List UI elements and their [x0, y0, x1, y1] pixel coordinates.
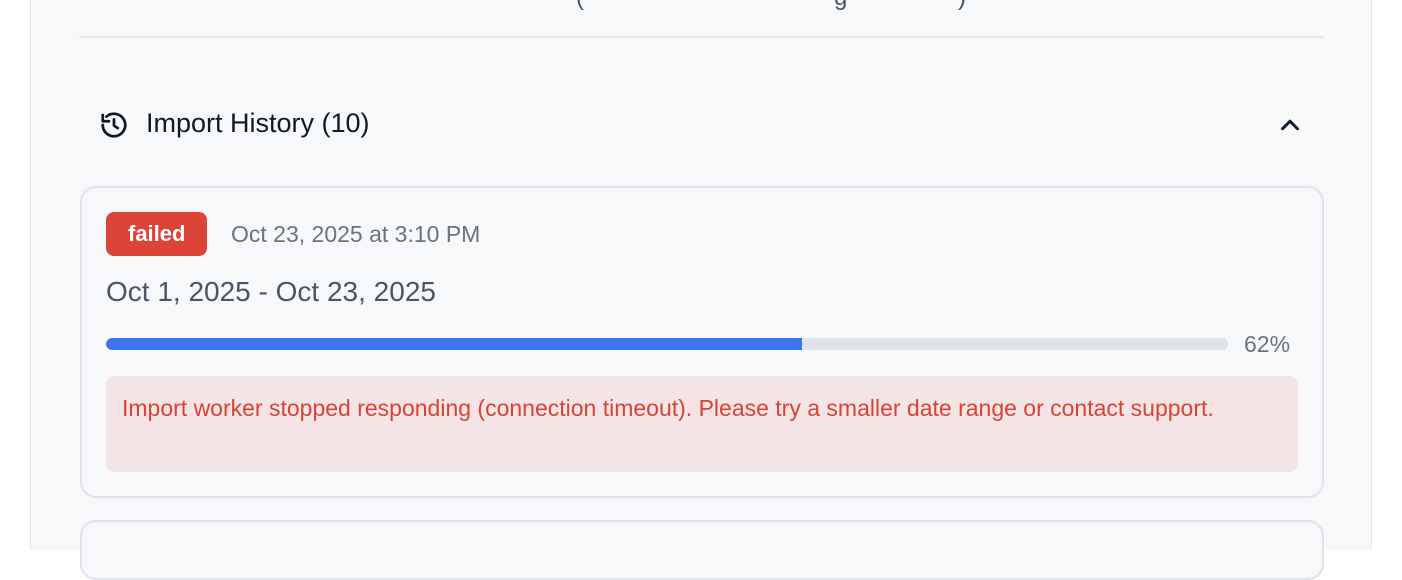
import-timestamp: Oct 23, 2025 at 3:10 PM [231, 221, 481, 247]
history-icon [99, 110, 129, 140]
clipped-previous-section: ( g ) [0, 0, 1402, 12]
status-badge: failed [106, 212, 208, 256]
chevron-up-icon[interactable] [1275, 110, 1305, 140]
import-card-next [80, 520, 1324, 580]
section-title: Import History (10) [146, 108, 370, 138]
import-date-range: Oct 1, 2025 - Oct 23, 2025 [106, 276, 436, 307]
import-card: failed Oct 23, 2025 at 3:10 PM Oct 1, 20… [80, 186, 1324, 498]
progress-bar [106, 338, 1228, 350]
progress-percent: 62% [1244, 331, 1291, 357]
error-message: Import worker stopped responding (connec… [122, 395, 1214, 421]
error-message-box: Import worker stopped responding (connec… [106, 376, 1298, 472]
import-history-header[interactable]: Import History (10) [79, 100, 1324, 148]
progress-bar-fill [106, 338, 802, 350]
section-divider [79, 36, 1324, 38]
